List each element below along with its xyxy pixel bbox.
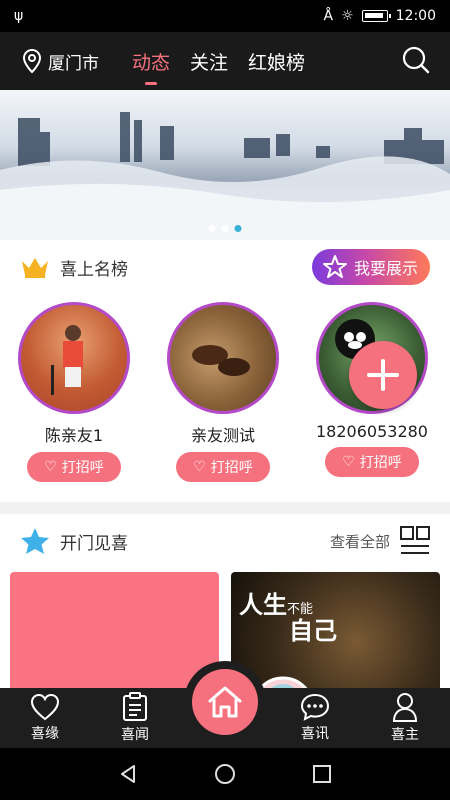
horses-photo [192,345,250,376]
nav-label: 喜闻 [121,727,149,743]
carousel-indicator [208,225,242,232]
tab-guanzhu[interactable]: 关注 [190,48,228,75]
grid-view-icon[interactable] [400,526,430,556]
show-myself-button[interactable]: 我要展示 [311,249,430,285]
battery-icon [361,10,391,22]
home-button-inner[interactable] [192,669,258,735]
greet-label: 打招呼 [359,455,402,471]
ranking-header: 喜上名榜 我要展示 [0,240,450,294]
usb-icon: ψ [14,8,24,24]
status-bar: ψ Å ☼ 12:00 [0,0,450,32]
nav-xiyuan[interactable]: 喜缘 [0,688,90,748]
banner-carousel[interactable] [0,90,450,240]
recents-icon[interactable] [311,763,333,785]
see-all-link[interactable]: 查看全部 [330,526,430,556]
home-button[interactable] [184,661,266,743]
meet-title: 开门见喜 [60,533,128,554]
home-icon [208,686,242,718]
friend-name: 亲友测试 [190,426,255,445]
friend-card[interactable]: 亲友测试 ♡ 打招呼 [167,302,279,482]
heart-icon: ♡ [44,459,57,475]
location-label: 厦门市 [48,53,99,74]
crown-icon [22,258,48,278]
poster-text: 人生不能 自己 [239,592,337,645]
heart-outline-icon [30,693,60,721]
greet-button[interactable]: ♡ 打招呼 [176,452,270,482]
friend-card[interactable]: 陈亲友1 ♡ 打招呼 [18,302,130,482]
poster-line: 自己 [289,617,337,646]
greet-button[interactable]: ♡ 打招呼 [325,447,419,477]
carousel-dot[interactable] [221,225,229,232]
avatar[interactable] [18,302,130,414]
wifi-icon: ☼ [341,8,354,24]
nav-label: 喜缘 [31,726,59,742]
heart-icon: ♡ [193,459,206,475]
greet-label: 打招呼 [61,460,104,476]
heart-icon: ♡ [342,454,355,470]
bluetooth-icon: Å [323,8,334,24]
tab-hongniangbang[interactable]: 红娘榜 [248,48,305,75]
poster-line: 不能 [287,602,314,617]
home-circle-icon[interactable] [214,763,236,785]
carousel-dot[interactable] [208,225,216,232]
status-icons: Å ☼ 12:00 [324,8,437,24]
section-divider [0,502,450,514]
carousel-dot-active[interactable] [234,225,242,232]
plus-icon [367,359,399,391]
city-skyline-image [0,112,450,240]
nav-xiwen[interactable]: 喜闻 [90,688,180,748]
meet-card[interactable] [10,572,219,688]
poster-line: 人生 [239,591,287,619]
friend-name: 陈亲友1 [44,426,104,445]
star-icon [21,528,49,554]
friend-name: 18206053280 [316,422,428,441]
main-content: 喜上名榜 我要展示 陈亲友1 ♡ 打招呼 亲友测试 ♡ 打招呼 18206053… [0,240,450,688]
location-selector[interactable]: 厦门市 [22,49,132,74]
show-myself-label: 我要展示 [353,259,418,278]
tab-dongtai[interactable]: 动态 [132,48,170,75]
chat-bubble-icon [300,693,330,721]
clipboard-icon [123,692,147,721]
nav-label: 喜讯 [301,726,329,742]
location-pin-icon [22,49,42,73]
top-header: 厦门市 动态 关注 红娘榜 [0,32,450,90]
nav-xizhu[interactable]: 喜主 [360,688,450,748]
star-outline-icon [322,255,347,278]
system-nav-bar [0,748,450,800]
user-icon [392,693,418,722]
tennis-player-photo [51,325,83,395]
ranking-title: 喜上名榜 [60,259,128,280]
meet-header: 开门见喜 查看全部 [0,514,450,568]
nav-xixun[interactable]: 喜讯 [270,688,360,748]
avatar[interactable] [167,302,279,414]
add-button[interactable] [349,341,417,409]
greet-button[interactable]: ♡ 打招呼 [27,452,121,482]
nav-label: 喜主 [391,727,419,743]
see-all-label: 查看全部 [329,532,390,551]
greet-label: 打招呼 [210,460,253,476]
status-time: 12:00 [395,8,436,24]
back-icon[interactable] [117,763,139,785]
search-icon[interactable] [402,46,430,74]
meet-card[interactable]: 人生不能 自己 [231,572,440,688]
